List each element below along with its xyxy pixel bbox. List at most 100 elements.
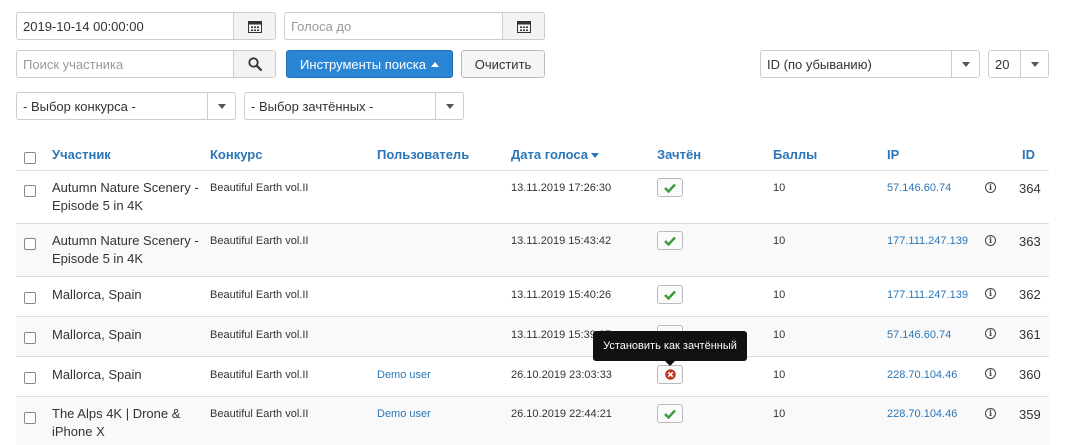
ordering-value: ID (по убыванию) bbox=[767, 56, 872, 72]
points-value: 10 bbox=[773, 329, 786, 341]
calendar-button[interactable] bbox=[233, 13, 275, 39]
search-tools-label: Инструменты поиска bbox=[300, 56, 426, 72]
row-checkbox[interactable] bbox=[24, 185, 36, 197]
points-value: 10 bbox=[773, 289, 786, 301]
calendar-icon bbox=[247, 20, 262, 33]
user-link[interactable]: Demo user bbox=[377, 408, 431, 420]
votes-to-field[interactable]: Голоса до bbox=[284, 12, 545, 40]
clear-label: Очистить bbox=[474, 56, 532, 72]
row-checkbox[interactable] bbox=[24, 412, 36, 424]
ip-link[interactable]: 57.146.60.74 bbox=[887, 182, 951, 194]
date-from-value[interactable]: 2019-10-14 00:00:00 bbox=[17, 19, 233, 34]
ip-link[interactable]: 177.111.247.139 bbox=[887, 235, 968, 247]
vote-date: 26.10.2019 23:03:33 bbox=[511, 369, 612, 381]
header-contest[interactable]: Конкурс bbox=[210, 147, 262, 162]
limit-value: 20 bbox=[995, 56, 1010, 72]
search-tools-button[interactable]: Инструменты поиска bbox=[286, 50, 453, 78]
participant-name[interactable]: Autumn Nature Scenery - Episode 5 in 4K bbox=[52, 232, 202, 268]
date-from-field[interactable]: 2019-10-14 00:00:00 bbox=[16, 12, 276, 40]
tooltip-text: Установить как зачтённый bbox=[603, 340, 737, 352]
info-icon[interactable]: i bbox=[985, 288, 996, 299]
vote-date: 13.11.2019 15:43:42 bbox=[511, 235, 612, 247]
row-checkbox[interactable] bbox=[24, 332, 36, 344]
check-icon bbox=[664, 409, 676, 419]
participant-name[interactable]: The Alps 4K | Drone & iPhone X bbox=[52, 405, 202, 441]
ip-link[interactable]: 177.111.247.139 bbox=[887, 289, 968, 301]
participant-name[interactable]: Mallorca, Spain bbox=[52, 326, 202, 344]
check-icon bbox=[664, 183, 676, 193]
row-id: 359 bbox=[1019, 407, 1041, 422]
limit-select[interactable]: 20 bbox=[988, 50, 1049, 78]
accepted-toggle-button[interactable] bbox=[657, 178, 683, 197]
ip-link[interactable]: 228.70.104.46 bbox=[887, 408, 957, 420]
info-icon[interactable]: i bbox=[985, 182, 996, 193]
row-id: 363 bbox=[1019, 234, 1041, 249]
search-icon bbox=[247, 57, 262, 71]
accepted-toggle-button[interactable] bbox=[657, 404, 683, 423]
user-link[interactable]: Demo user bbox=[377, 369, 431, 381]
info-icon[interactable]: i bbox=[985, 328, 996, 339]
caret-up-icon bbox=[430, 61, 439, 67]
header-participant[interactable]: Участник bbox=[52, 147, 111, 162]
accepted-select[interactable]: - Выбор зачтённых - bbox=[244, 92, 464, 120]
points-value: 10 bbox=[773, 408, 786, 420]
search-button[interactable] bbox=[233, 51, 275, 77]
search-field[interactable]: Поиск участника bbox=[16, 50, 276, 78]
row-id: 361 bbox=[1019, 327, 1041, 342]
votes-to-input[interactable]: Голоса до bbox=[285, 19, 502, 34]
row-checkbox[interactable] bbox=[24, 238, 36, 250]
sort-desc-icon bbox=[591, 153, 600, 159]
points-value: 10 bbox=[773, 182, 786, 194]
contest-name: Beautiful Earth vol.II bbox=[210, 182, 309, 194]
header-user[interactable]: Пользователь bbox=[377, 147, 469, 162]
points-value: 10 bbox=[773, 235, 786, 247]
ip-link[interactable]: 57.146.60.74 bbox=[887, 329, 951, 341]
info-icon[interactable]: i bbox=[985, 368, 996, 379]
clear-button[interactable]: Очистить bbox=[461, 50, 545, 78]
contest-select[interactable]: - Выбор конкурса - bbox=[16, 92, 236, 120]
accepted-toggle-button[interactable] bbox=[657, 365, 683, 384]
vote-date: 13.11.2019 15:40:26 bbox=[511, 289, 612, 301]
contest-name: Beautiful Earth vol.II bbox=[210, 235, 309, 247]
row-id: 360 bbox=[1019, 367, 1041, 382]
accepted-toggle-button[interactable] bbox=[657, 231, 683, 250]
search-input[interactable]: Поиск участника bbox=[17, 57, 233, 72]
info-icon[interactable]: i bbox=[985, 408, 996, 419]
row-id: 362 bbox=[1019, 287, 1041, 302]
contest-name: Beautiful Earth vol.II bbox=[210, 369, 309, 381]
check-icon bbox=[664, 236, 676, 246]
header-vote-date-label: Дата голоса bbox=[511, 147, 589, 162]
points-value: 10 bbox=[773, 369, 786, 381]
contest-select-value: - Выбор конкурса - bbox=[23, 98, 136, 114]
vote-date: 13.11.2019 17:26:30 bbox=[511, 182, 612, 194]
chevron-down-icon bbox=[207, 93, 235, 119]
calendar-button[interactable] bbox=[502, 13, 544, 39]
ordering-select[interactable]: ID (по убыванию) bbox=[760, 50, 980, 78]
tooltip: Установить как зачтённый bbox=[593, 331, 747, 361]
header-vote-date[interactable]: Дата голоса bbox=[511, 147, 600, 162]
select-all-checkbox[interactable] bbox=[24, 152, 36, 164]
row-id: 364 bbox=[1019, 181, 1041, 196]
accepted-select-value: - Выбор зачтённых - bbox=[251, 98, 374, 114]
check-icon bbox=[664, 290, 676, 300]
tooltip-arrow bbox=[665, 361, 675, 366]
participant-name[interactable]: Autumn Nature Scenery - Episode 5 in 4K bbox=[52, 179, 202, 215]
header-points[interactable]: Баллы bbox=[773, 147, 817, 162]
row-checkbox[interactable] bbox=[24, 372, 36, 384]
contest-name: Beautiful Earth vol.II bbox=[210, 408, 309, 420]
header-ip[interactable]: IP bbox=[887, 147, 899, 162]
info-icon[interactable]: i bbox=[985, 235, 996, 246]
participant-name[interactable]: Mallorca, Spain bbox=[52, 366, 202, 384]
contest-name: Beautiful Earth vol.II bbox=[210, 289, 309, 301]
header-id[interactable]: ID bbox=[1022, 147, 1035, 162]
row-checkbox[interactable] bbox=[24, 292, 36, 304]
ip-link[interactable]: 228.70.104.46 bbox=[887, 369, 957, 381]
calendar-icon bbox=[516, 20, 531, 33]
chevron-down-icon bbox=[1020, 51, 1048, 77]
cross-circle-icon bbox=[664, 369, 676, 380]
chevron-down-icon bbox=[951, 51, 979, 77]
header-accepted[interactable]: Зачтён bbox=[657, 147, 701, 162]
accepted-toggle-button[interactable] bbox=[657, 285, 683, 304]
participant-name[interactable]: Mallorca, Spain bbox=[52, 286, 202, 304]
chevron-down-icon bbox=[435, 93, 463, 119]
